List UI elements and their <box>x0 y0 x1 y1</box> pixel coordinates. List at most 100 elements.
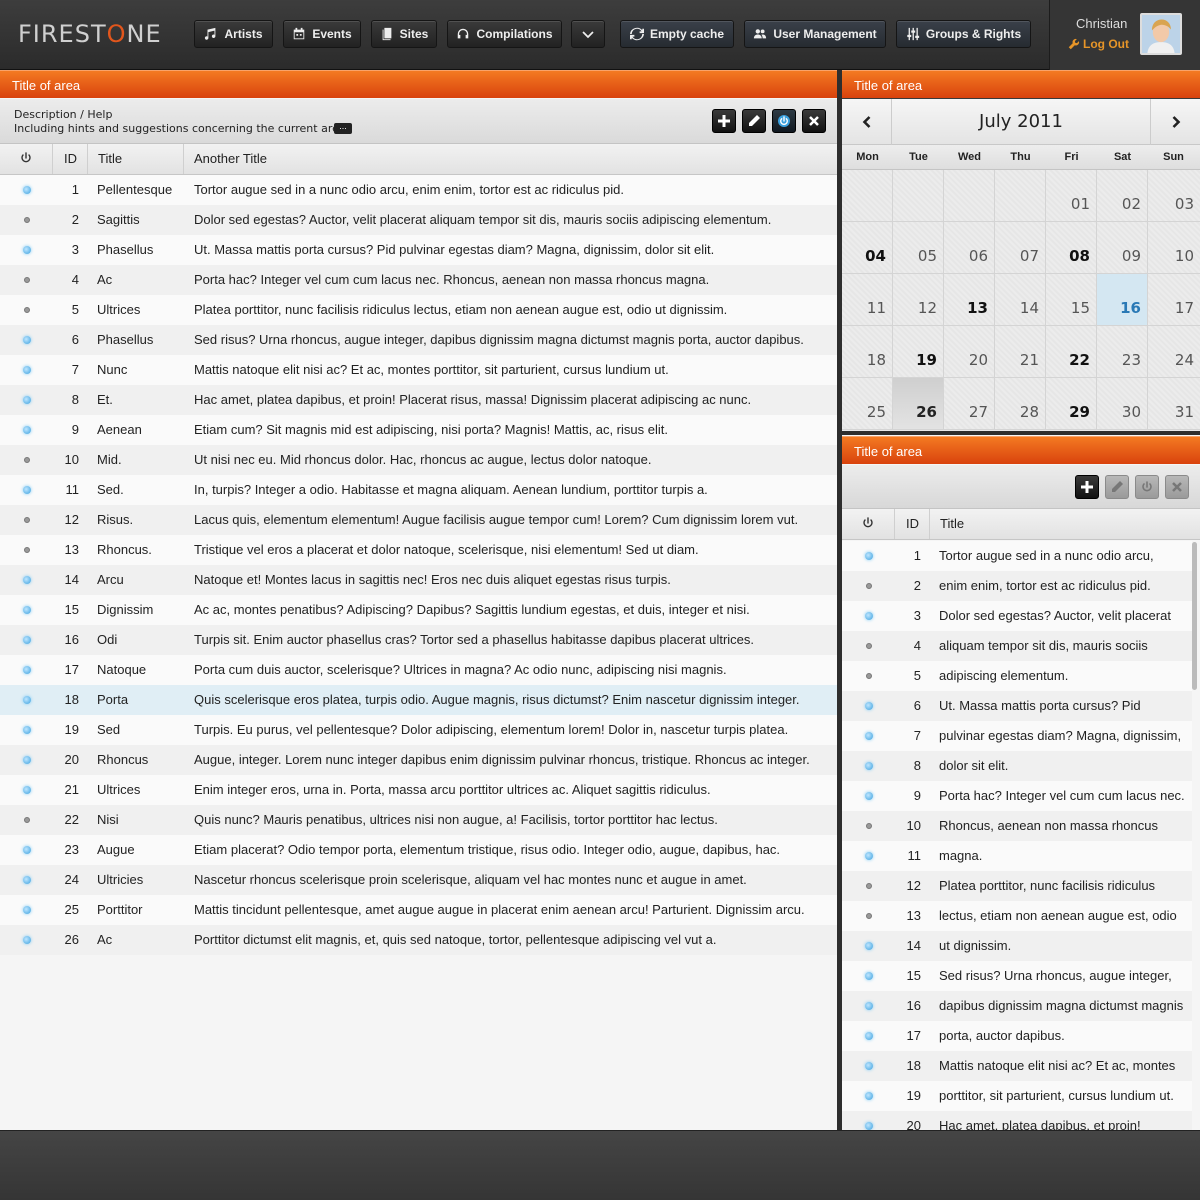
calendar-day[interactable]: 22 <box>1046 326 1097 378</box>
table-row[interactable]: 8 dolor sit elit. <box>842 751 1192 781</box>
table-row[interactable]: 8 Et. Hac amet, platea dapibus, et proin! … <box>0 385 837 415</box>
calendar-day[interactable]: 16 <box>1097 274 1148 326</box>
table-row[interactable]: 22 Nisi Quis nunc? Mauris penatibus, ultri… <box>0 805 837 835</box>
active-status-icon[interactable] <box>23 876 31 884</box>
nav-artists-button[interactable]: Artists <box>194 20 273 48</box>
table-row[interactable]: 11 magna. <box>842 841 1192 871</box>
calendar-day[interactable]: 05 <box>893 222 944 274</box>
user-avatar[interactable] <box>1140 13 1182 55</box>
table-row[interactable]: 5 adipiscing elementum. <box>842 661 1192 691</box>
table-row[interactable]: 23 Augue Etiam placerat? Odio tempor porta… <box>0 835 837 865</box>
calendar-day[interactable]: 01 <box>1046 170 1097 222</box>
table-row[interactable]: 12 Risus. Lacus quis, elementum elementum!… <box>0 505 837 535</box>
nav-events-button[interactable]: Events <box>283 20 361 48</box>
calendar-day[interactable]: 19 <box>893 326 944 378</box>
table-row[interactable]: 2 Sagittis Dolor sed egestas? Auctor, veli… <box>0 205 837 235</box>
table-row[interactable]: 16 dapibus dignissim magna dictumst magni… <box>842 991 1192 1021</box>
table-row[interactable]: 9 Aenean Etiam cum? Sit magnis mid est adi… <box>0 415 837 445</box>
empty-cache-button[interactable]: Empty cache <box>620 20 734 48</box>
table-row[interactable]: 24 Ultricies Nascetur rhoncus scelerisque … <box>0 865 837 895</box>
calendar-day[interactable]: 08 <box>1046 222 1097 274</box>
active-status-icon[interactable] <box>865 792 873 800</box>
active-status-icon[interactable] <box>23 576 31 584</box>
active-status-icon[interactable] <box>23 636 31 644</box>
inactive-status-icon[interactable] <box>866 883 872 889</box>
calendar-day[interactable]: 17 <box>1148 274 1200 326</box>
inactive-status-icon[interactable] <box>866 673 872 679</box>
groups-rights-button[interactable]: Groups & Rights <box>896 20 1031 48</box>
table-row[interactable]: 15 Sed risus? Urna rhoncus, augue integer… <box>842 961 1192 991</box>
active-status-icon[interactable] <box>23 726 31 734</box>
inactive-status-icon[interactable] <box>24 817 30 823</box>
active-status-icon[interactable] <box>865 972 873 980</box>
active-status-icon[interactable] <box>23 426 31 434</box>
calendar-day[interactable]: 24 <box>1148 326 1200 378</box>
active-status-icon[interactable] <box>23 666 31 674</box>
active-status-icon[interactable] <box>865 552 873 560</box>
title-column-header[interactable]: Title <box>87 144 183 174</box>
active-status-icon[interactable] <box>865 612 873 620</box>
table-row[interactable]: 5 Ultrices Platea porttitor, nunc facilisi… <box>0 295 837 325</box>
nav-sites-button[interactable]: Sites <box>371 20 437 48</box>
add-button[interactable] <box>712 109 736 133</box>
table-row[interactable]: 26 Ac Porttitor dictumst elit magnis, et, … <box>0 925 837 955</box>
table-row[interactable]: 1 Pellentesque Tortor augue sed in a nunc … <box>0 175 837 205</box>
calendar-day[interactable]: 10 <box>1148 222 1200 274</box>
nav-compilations-button[interactable]: Compilations <box>447 20 562 48</box>
calendar-day[interactable]: 21 <box>995 326 1046 378</box>
calendar-day[interactable]: 27 <box>944 378 995 430</box>
side-toggle-active-button[interactable] <box>1135 475 1159 499</box>
table-row[interactable]: 12 Platea porttitor, nunc facilisis ridic… <box>842 871 1192 901</box>
calendar-day[interactable]: 11 <box>842 274 893 326</box>
inactive-status-icon[interactable] <box>24 277 30 283</box>
calendar-day[interactable]: 13 <box>944 274 995 326</box>
calendar-day[interactable]: 28 <box>995 378 1046 430</box>
calendar-day[interactable]: 23 <box>1097 326 1148 378</box>
active-status-icon[interactable] <box>23 336 31 344</box>
calendar-day[interactable]: 31 <box>1148 378 1200 430</box>
table-row[interactable]: 15 Dignissim Ac ac, montes penatibus? Adip… <box>0 595 837 625</box>
table-row[interactable]: 2 enim enim, tortor est ac ridiculus pid. <box>842 571 1192 601</box>
calendar-prev-button[interactable] <box>842 99 892 145</box>
side-id-column-header[interactable]: ID <box>894 509 929 539</box>
calendar-day[interactable]: 12 <box>893 274 944 326</box>
calendar-day[interactable]: 29 <box>1046 378 1097 430</box>
table-row[interactable]: 19 Sed Turpis. Eu purus, vel pellentesque?… <box>0 715 837 745</box>
table-row[interactable]: 19 porttitor, sit parturient, cursus lund… <box>842 1081 1192 1111</box>
status-column-header[interactable] <box>0 144 52 174</box>
side-title-column-header[interactable]: Title <box>929 509 1200 539</box>
table-row[interactable]: 3 Dolor sed egestas? Auctor, velit placer… <box>842 601 1192 631</box>
table-row[interactable]: 17 porta, auctor dapibus. <box>842 1021 1192 1051</box>
inactive-status-icon[interactable] <box>866 583 872 589</box>
calendar-day[interactable]: 03 <box>1148 170 1200 222</box>
active-status-icon[interactable] <box>23 756 31 764</box>
table-row[interactable]: 13 Rhoncus. Tristique vel eros a placerat … <box>0 535 837 565</box>
table-row[interactable]: 6 Phasellus Sed risus? Urna rhoncus, augue… <box>0 325 837 355</box>
calendar-day[interactable]: 02 <box>1097 170 1148 222</box>
active-status-icon[interactable] <box>23 906 31 914</box>
table-row[interactable]: 18 Porta Quis scelerisque eros platea, tur… <box>0 685 837 715</box>
calendar-day[interactable]: 07 <box>995 222 1046 274</box>
table-row[interactable]: 13 lectus, etiam non aenean augue est, od… <box>842 901 1192 931</box>
active-status-icon[interactable] <box>865 702 873 710</box>
calendar-day[interactable]: 15 <box>1046 274 1097 326</box>
active-status-icon[interactable] <box>23 246 31 254</box>
active-status-icon[interactable] <box>23 486 31 494</box>
table-row[interactable]: 21 Ultrices Enim integer eros, urna in. Po… <box>0 775 837 805</box>
user-management-button[interactable]: User Management <box>744 20 886 48</box>
table-row[interactable]: 14 ut dignissim. <box>842 931 1192 961</box>
active-status-icon[interactable] <box>23 396 31 404</box>
active-status-icon[interactable] <box>865 942 873 950</box>
table-row[interactable]: 10 Rhoncus, aenean non massa rhoncus <box>842 811 1192 841</box>
active-status-icon[interactable] <box>865 1122 873 1130</box>
inactive-status-icon[interactable] <box>24 217 30 223</box>
logout-link[interactable]: Log Out <box>1068 37 1129 51</box>
calendar-next-button[interactable] <box>1150 99 1200 145</box>
active-status-icon[interactable] <box>865 1032 873 1040</box>
table-row[interactable]: 3 Phasellus Ut. Massa mattis porta cursus?… <box>0 235 837 265</box>
toggle-active-button[interactable] <box>772 109 796 133</box>
delete-button[interactable] <box>802 109 826 133</box>
calendar-day[interactable]: 30 <box>1097 378 1148 430</box>
table-row[interactable]: 9 Porta hac? Integer vel cum cum lacus ne… <box>842 781 1192 811</box>
inactive-status-icon[interactable] <box>24 547 30 553</box>
